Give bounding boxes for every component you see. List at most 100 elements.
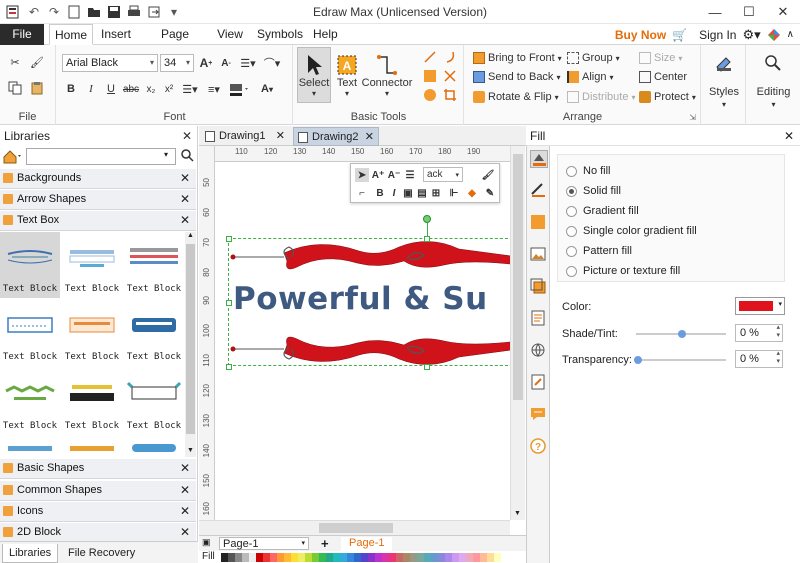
connector-tool-button[interactable]: Connector ▾ (362, 47, 412, 103)
close-libraries-icon[interactable]: ✕ (182, 129, 192, 143)
text-block-shape[interactable]: Text Block (62, 232, 122, 298)
palette-color-swatch[interactable] (361, 553, 368, 562)
close-window-button[interactable]: ✕ (766, 0, 800, 24)
collapse-ribbon-icon[interactable]: ∧ (787, 29, 794, 40)
buy-now-link[interactable]: Buy Now (615, 28, 666, 42)
notes-icon[interactable] (530, 374, 548, 392)
page-properties-icon[interactable] (530, 310, 548, 328)
palette-color-swatch[interactable] (424, 553, 431, 562)
line-spacing-icon[interactable]: ≡▾ (203, 81, 225, 97)
shade-tint-slider[interactable] (636, 330, 726, 338)
hyperlink-icon[interactable] (530, 342, 548, 360)
styles-dropdown-icon[interactable]: ▾ (702, 99, 746, 109)
copy-icon[interactable] (6, 79, 24, 97)
library-category-arrow-shapes[interactable]: Arrow Shapes ✕ (0, 190, 196, 210)
radio-button[interactable] (566, 205, 577, 217)
line-style-icon[interactable]: ✎ (483, 186, 497, 200)
bring-to-front-button[interactable]: Bring to Front ▾ (473, 49, 562, 67)
styles-button[interactable]: Styles (702, 85, 746, 99)
palette-color-swatch[interactable] (347, 553, 354, 562)
rectangle-tool-icon[interactable] (422, 68, 438, 84)
page-tab-page-1[interactable]: Page-1 (341, 537, 393, 551)
palette-color-swatch[interactable] (242, 553, 249, 562)
palette-color-swatch[interactable] (466, 553, 473, 562)
page-select[interactable]: Page-1 ▾ (219, 537, 309, 550)
text-block-shape[interactable]: Text Block (0, 232, 60, 298)
shrink-font-icon[interactable]: A⁻ (387, 168, 401, 182)
editing-button[interactable]: Editing (747, 85, 800, 99)
library-category-backgrounds[interactable]: Backgrounds ✕ (0, 169, 196, 189)
font-color-icon[interactable]: A ▾ (255, 81, 279, 97)
palette-color-swatch[interactable] (298, 553, 305, 562)
transparency-slider[interactable] (634, 356, 726, 364)
horizontal-scrollbar[interactable] (199, 520, 510, 535)
cart-icon[interactable]: 🛒 (672, 28, 687, 42)
palette-color-swatch[interactable] (256, 553, 263, 562)
close-category-icon[interactable]: ✕ (180, 192, 190, 206)
palette-color-swatch[interactable] (417, 553, 424, 562)
send-back-icon[interactable]: ▤ (415, 186, 429, 200)
text-block-shape[interactable]: Text Block (62, 369, 122, 435)
fill-option-gradient-fill[interactable]: Gradient fill (566, 203, 639, 219)
help-icon[interactable]: ? (530, 438, 548, 456)
palette-color-swatch[interactable] (375, 553, 382, 562)
tab-symbols[interactable]: Symbols (257, 24, 303, 45)
palette-color-swatch[interactable] (368, 553, 375, 562)
align-button[interactable]: Align ▾ (567, 68, 613, 86)
library-home-icon[interactable] (2, 149, 22, 165)
bold-icon[interactable]: B (373, 186, 387, 200)
group-button[interactable]: Group ▾ (567, 49, 620, 67)
rotation-handle[interactable] (423, 215, 431, 223)
close-category-icon[interactable]: ✕ (180, 504, 190, 518)
tab-view[interactable]: View (217, 24, 243, 45)
line-panel-icon[interactable] (530, 182, 548, 200)
palette-color-swatch[interactable] (494, 553, 501, 562)
text-block-shape[interactable]: Text Block (124, 232, 184, 298)
palette-color-swatch[interactable] (319, 553, 326, 562)
maximize-button[interactable]: ☐ (732, 0, 766, 24)
library-category-icons[interactable]: Icons ✕ (0, 502, 196, 522)
align-text-icon[interactable]: ☰▾ (237, 54, 259, 72)
superscript-icon[interactable]: x² (161, 81, 177, 97)
close-tab-icon[interactable]: ✕ (365, 128, 374, 146)
format-painter-icon[interactable]: 🖌 (481, 168, 495, 182)
text-block-shape[interactable] (62, 438, 122, 457)
text-block-shape[interactable]: Text Block (0, 300, 60, 366)
library-category-2d-block[interactable]: 2D Block ✕ (0, 523, 196, 543)
selection-handle[interactable] (424, 364, 430, 370)
library-category-text-box[interactable]: Text Box ✕ (0, 211, 196, 231)
size-button[interactable]: Size ▾ (639, 49, 682, 67)
slider-knob[interactable] (678, 330, 686, 338)
close-tab-icon[interactable]: ✕ (276, 127, 285, 145)
select-tool-button[interactable]: Select ▾ (297, 47, 331, 103)
tab-file[interactable]: File (0, 24, 44, 45)
mini-font-select[interactable]: ack ▾ (423, 167, 463, 182)
palette-color-swatch[interactable] (403, 553, 410, 562)
group-icon[interactable]: ⊞ (429, 186, 443, 200)
headline-text[interactable]: Powerful & Su (233, 281, 488, 317)
tab-libraries[interactable]: Libraries (2, 544, 59, 563)
library-search-input[interactable] (26, 148, 176, 165)
send-to-back-button[interactable]: Send to Back ▾ (473, 68, 560, 86)
highlight-color-icon[interactable] (227, 81, 251, 97)
tab-home[interactable]: Home (49, 24, 93, 45)
selection-handle[interactable] (226, 236, 232, 242)
palette-color-swatch[interactable] (480, 553, 487, 562)
library-scrollbar[interactable]: ▲ ▼ (185, 232, 196, 457)
rotate-flip-button[interactable]: Rotate & Flip ▾ (473, 88, 559, 106)
fill-option-single-color-gradient[interactable]: Single color gradient fill (566, 223, 697, 239)
layers-panel-icon[interactable] (530, 278, 548, 296)
palette-color-swatch[interactable] (396, 553, 403, 562)
palette-color-swatch[interactable] (445, 553, 452, 562)
align-icon[interactable]: ⊩ (447, 186, 461, 200)
text-block-shape[interactable]: Text Block (124, 369, 184, 435)
styles-icon[interactable] (712, 51, 736, 75)
palette-color-swatch[interactable] (354, 553, 361, 562)
subscript-icon[interactable]: x₂ (143, 81, 159, 97)
radio-button[interactable] (566, 245, 577, 257)
fill-panel-icon[interactable] (530, 150, 548, 168)
protect-button[interactable]: Protect ▾ (639, 88, 696, 106)
palette-color-swatch[interactable] (228, 553, 235, 562)
palette-color-swatch[interactable] (389, 553, 396, 562)
bullets-icon[interactable]: ☰▾ (179, 81, 201, 97)
